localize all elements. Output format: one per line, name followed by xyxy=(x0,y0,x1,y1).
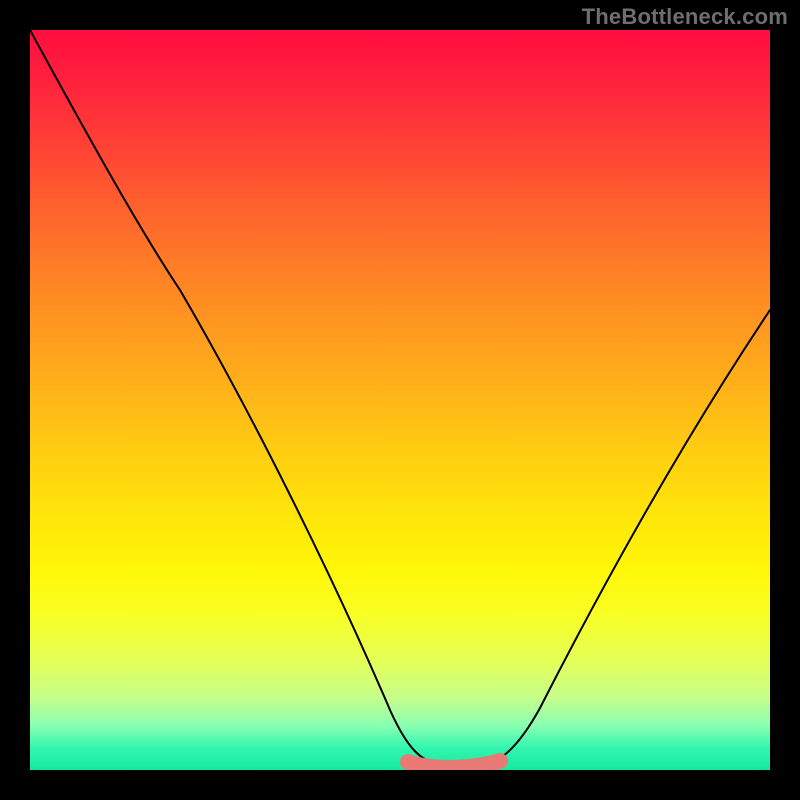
chart-frame: TheBottleneck.com xyxy=(0,0,800,800)
chart-overlay xyxy=(30,30,770,770)
bottleneck-curve xyxy=(30,30,770,764)
floor-marker xyxy=(408,761,500,768)
plot-area xyxy=(30,30,770,770)
watermark-label: TheBottleneck.com xyxy=(582,4,788,30)
